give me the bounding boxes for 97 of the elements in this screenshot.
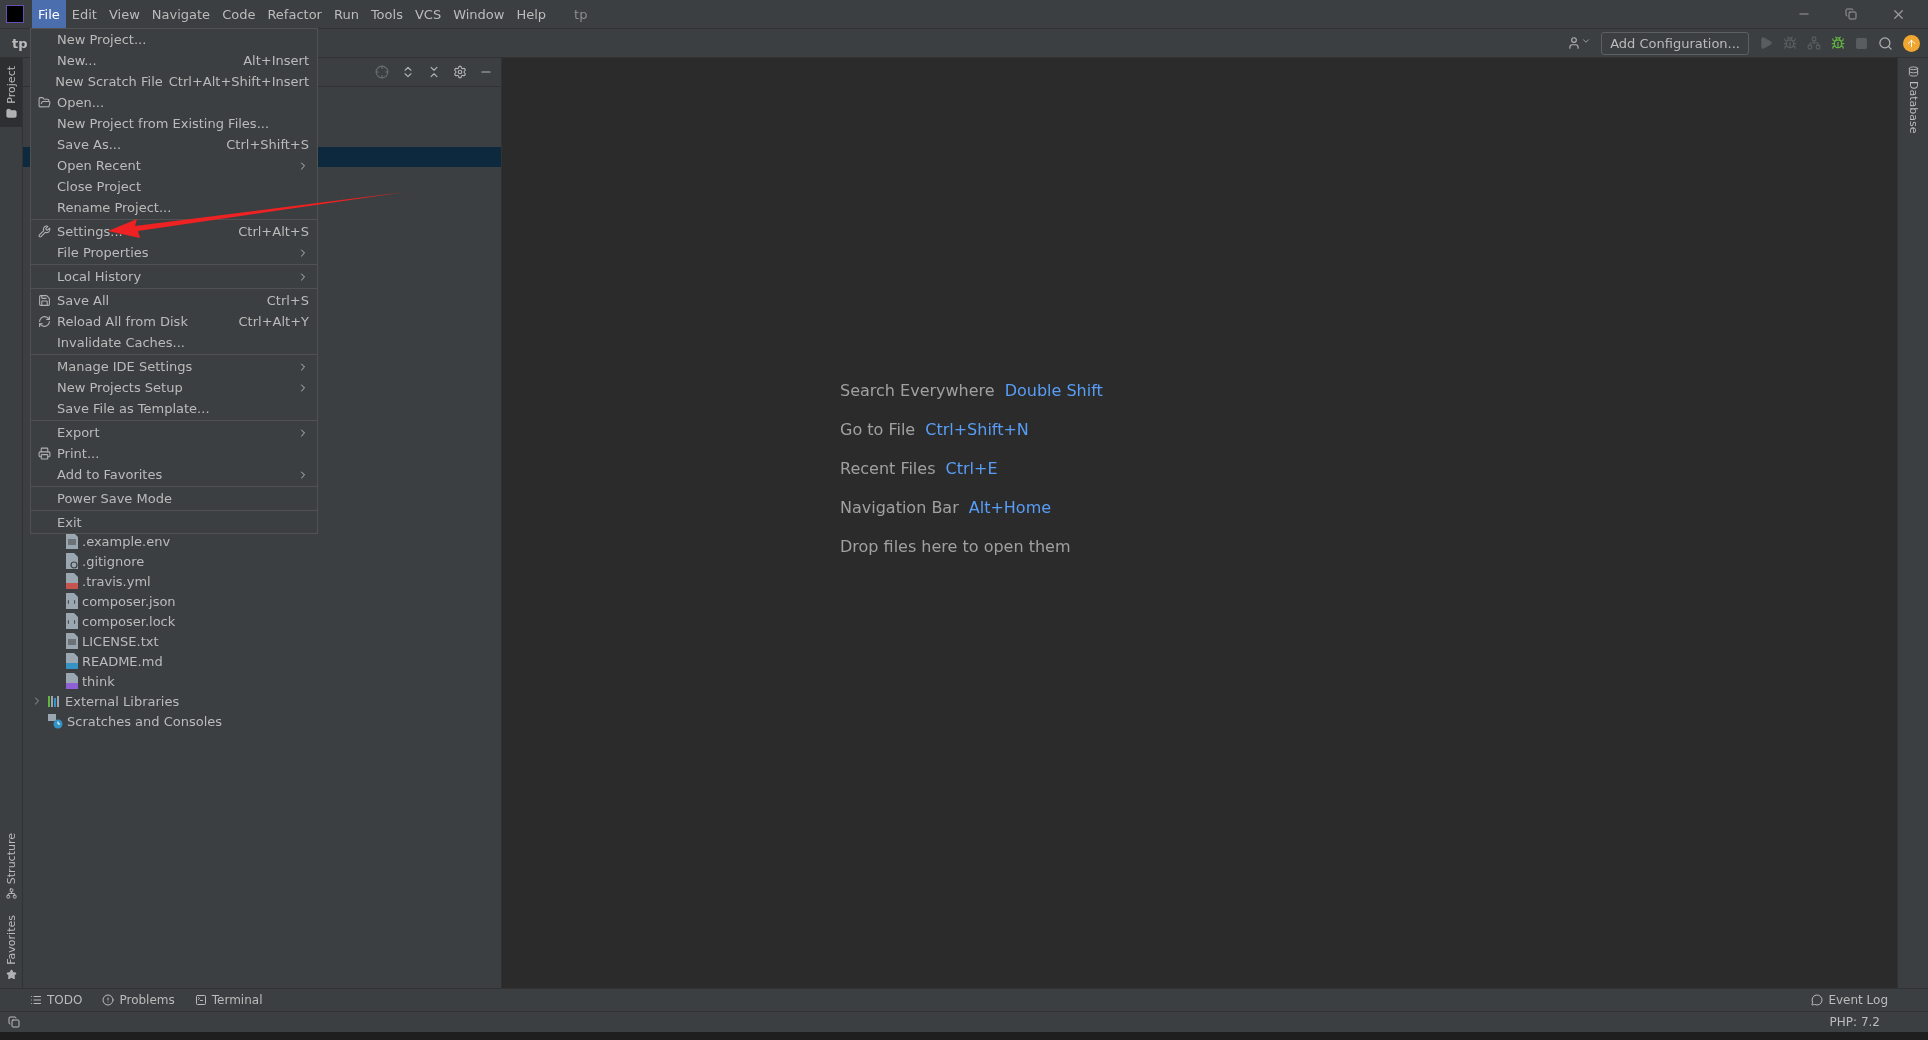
text-file-icon [66, 633, 78, 649]
collapse-all-icon[interactable] [427, 65, 441, 79]
menu-item[interactable]: VCS [408, 0, 448, 28]
bars-icon [47, 694, 61, 708]
bug-icon[interactable] [1831, 36, 1845, 50]
shortcut-text: Double Shift [1004, 380, 1103, 400]
menu-entry[interactable]: Save File as Template... [31, 398, 317, 419]
menu-item[interactable]: Window [447, 0, 511, 28]
tool-window-tab[interactable]: Structure [0, 825, 22, 908]
tool-window-tab[interactable]: Problems [102, 993, 175, 1007]
structure-icon [5, 888, 17, 900]
menu-entry[interactable]: Exit [31, 512, 317, 533]
list-icon [30, 994, 42, 1006]
folder-icon [37, 96, 51, 109]
hint-text: Search Everywhere [840, 380, 995, 400]
folder-icon [5, 107, 17, 119]
hint-text: Recent Files [840, 458, 936, 478]
project-title: tp [574, 6, 588, 22]
menu-item[interactable]: Refactor [261, 0, 328, 28]
menu-entry[interactable]: New Project... [31, 29, 317, 50]
tree-item[interactable]: LICENSE.txt [82, 633, 159, 649]
menu-entry[interactable]: Reload All from Disk Ctrl+Alt+Y [31, 311, 317, 332]
app-logo [6, 5, 24, 23]
shortcut-text: Ctrl+E [945, 458, 998, 478]
menu-item[interactable]: File [32, 0, 66, 28]
menu-entry[interactable]: Export [31, 422, 317, 443]
menu-entry[interactable]: Invalidate Caches... [31, 332, 317, 353]
tool-window-tab[interactable]: Favorites [0, 907, 22, 988]
locate-icon[interactable] [375, 65, 389, 79]
menu-entry[interactable]: New... Alt+Insert [31, 50, 317, 71]
star-icon [5, 969, 17, 980]
json-file-icon [66, 613, 78, 629]
menu-entry[interactable]: File Properties [31, 242, 317, 263]
printer-icon [37, 447, 51, 460]
alert-icon [102, 994, 115, 1006]
event-log-tab[interactable]: Event Log [1811, 993, 1888, 1007]
menu-entry[interactable]: Print... [31, 443, 317, 464]
menu-item[interactable]: Run [327, 0, 365, 28]
menu-entry[interactable]: New Scratch File Ctrl+Alt+Shift+Insert [31, 71, 317, 92]
menu-entry[interactable]: Local History [31, 266, 317, 287]
reload-icon [37, 315, 51, 328]
menu-item[interactable]: Navigate [145, 0, 217, 28]
menu-entry[interactable]: Open... [31, 92, 317, 113]
speech-bubble-icon [1811, 994, 1824, 1006]
menu-item[interactable]: Code [216, 0, 262, 28]
tool-window-tab[interactable]: TODO [30, 993, 83, 1007]
breadcrumb[interactable]: tp [12, 35, 28, 51]
tree-item[interactable]: think [82, 673, 115, 689]
menu-item[interactable]: Tools [364, 0, 409, 28]
terminal-icon [194, 994, 207, 1006]
tree-item[interactable]: Scratches and Consoles [67, 713, 223, 729]
php-file-icon [66, 673, 78, 689]
hint-text: Drop files here to open them [840, 536, 1071, 556]
tree-item[interactable]: .travis.yml [82, 573, 151, 589]
menu-entry[interactable]: Power Save Mode [31, 488, 317, 509]
menu-entry[interactable]: Manage IDE Settings [31, 356, 317, 377]
tree-item[interactable]: .example.env [82, 533, 171, 549]
wrench-icon [37, 225, 51, 238]
php-version[interactable]: PHP: 7.2 [1829, 1015, 1880, 1029]
menu-entry[interactable]: Save All Ctrl+S [31, 290, 317, 311]
database-tool-tab[interactable]: Database [1898, 58, 1928, 142]
panel-toggle-icon[interactable] [8, 1016, 20, 1028]
json-file-icon [66, 593, 78, 609]
tree-item[interactable]: External Libraries [65, 693, 180, 709]
hint-text: Go to File [840, 419, 916, 439]
menu-item[interactable]: View [102, 0, 146, 28]
tool-window-tab[interactable]: Terminal [194, 993, 263, 1007]
tree-item[interactable]: composer.json [82, 593, 176, 609]
tree-item[interactable]: .gitignore [82, 553, 145, 569]
search-icon[interactable] [1878, 35, 1893, 51]
markdown-file-icon [66, 653, 78, 669]
add-configuration-button[interactable]: Add Configuration... [1601, 31, 1749, 55]
yaml-file-icon [66, 573, 78, 589]
restore-icon[interactable] [1845, 8, 1857, 20]
tree-item[interactable]: composer.lock [82, 613, 176, 629]
menu-entry[interactable]: Rename Project... [31, 197, 317, 218]
menu-entry[interactable]: Add to Favorites [31, 464, 317, 485]
project-tool-tab[interactable]: Project [0, 58, 22, 127]
shortcut-text: Alt+Home [968, 497, 1052, 517]
menu-entry[interactable]: Save As... Ctrl+Shift+S [31, 134, 317, 155]
shortcut-text: Ctrl+Shift+N [925, 419, 1029, 439]
user-icon[interactable] [1567, 36, 1582, 50]
caret-icon [1581, 36, 1592, 46]
ignore-file-icon [66, 553, 78, 569]
update-icon[interactable] [1903, 34, 1920, 52]
menu-entry[interactable]: New Project from Existing Files... [31, 113, 317, 134]
scratch-icon [47, 713, 63, 729]
menu-entry[interactable]: Open Recent [31, 155, 317, 176]
menu-item[interactable]: Edit [65, 0, 103, 28]
settings-icon[interactable] [453, 65, 467, 79]
database-icon [1907, 66, 1919, 77]
tree-item[interactable]: README.md [82, 653, 163, 669]
menu-item[interactable]: Help [510, 0, 553, 28]
menu-entry[interactable]: New Projects Setup [31, 377, 317, 398]
menu-entry[interactable]: Settings... Ctrl+Alt+S [31, 221, 317, 242]
menu-entry[interactable]: Close Project [31, 176, 317, 197]
hint-text: Navigation Bar [840, 497, 959, 517]
